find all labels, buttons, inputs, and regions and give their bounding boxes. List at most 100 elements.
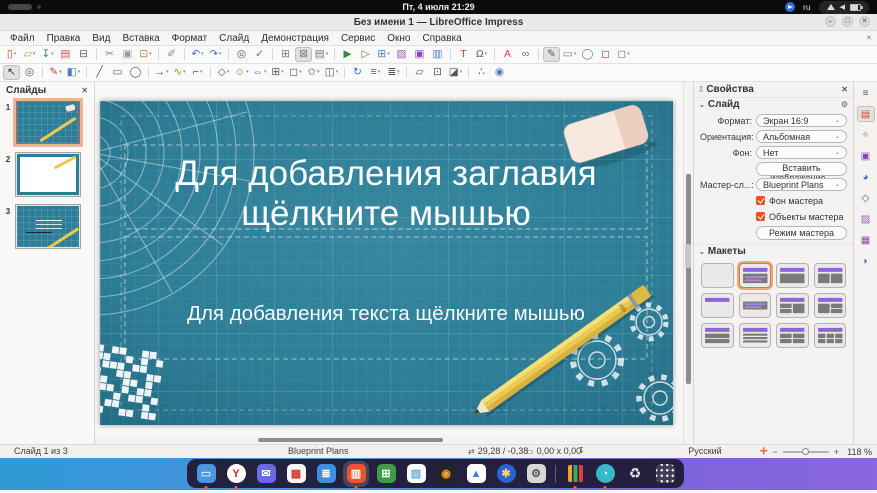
zoom-out-button[interactable]: − [772, 447, 777, 457]
print[interactable]: ⊟ [75, 47, 92, 62]
layout-title-two-content[interactable] [814, 263, 847, 288]
system-status-pill[interactable]: ◀ [819, 1, 869, 14]
special-character[interactable]: Ω [473, 47, 490, 62]
tab-master-slides[interactable]: ▦ [857, 232, 875, 248]
workspace-indicator-pill[interactable] [8, 4, 32, 10]
panel-drag-handle-icon[interactable]: ⁞⁞ [699, 85, 702, 94]
dock-markers-app[interactable] [564, 463, 586, 485]
horizontal-scrollbar-thumb[interactable] [258, 438, 443, 442]
minimize-button[interactable]: – [825, 16, 836, 27]
menu-format[interactable]: Формат [166, 33, 214, 44]
tab-properties[interactable]: ▤ [857, 106, 875, 122]
redo[interactable]: ↷ [207, 47, 224, 62]
paste[interactable]: ⊡ [137, 47, 154, 62]
dock-music-player[interactable]: ◉ [435, 463, 457, 485]
dock-image-viewer[interactable]: ▨ [405, 463, 427, 485]
clone-formatting[interactable]: ✐ [163, 47, 180, 62]
dock-help[interactable]: ✱ [495, 463, 517, 485]
glue-points[interactable]: ◉ [491, 65, 508, 80]
dock-files[interactable]: ▭ [195, 463, 217, 485]
menu-view[interactable]: Вид [86, 33, 116, 44]
insert-image-button[interactable]: Вставить изображение... [756, 162, 847, 176]
dock-settings[interactable]: ⚙ [525, 463, 547, 485]
background-select[interactable]: Нет ⌄ [756, 146, 847, 159]
dock-yandex-browser[interactable]: Y [225, 463, 247, 485]
slide[interactable]: HB Для добавления заглавия щёлкните мышь… [100, 101, 673, 425]
slide-title-line1[interactable]: Для добавления заглавия [175, 154, 596, 193]
layout-title-2content-content[interactable] [776, 293, 809, 318]
properties-close-icon[interactable]: ✕ [841, 85, 848, 94]
start-from-first-slide[interactable]: ▶ [339, 47, 356, 62]
zoom-in-button[interactable]: + [834, 447, 839, 457]
menu-file[interactable]: Файл [4, 33, 41, 44]
master-view-button[interactable]: Режим мастера [756, 226, 847, 240]
section-settings-icon[interactable]: ⚙ [841, 100, 848, 109]
tray-app-icon[interactable] [785, 2, 795, 12]
vertical-scrollbar-thumb[interactable] [686, 174, 691, 384]
crop-image[interactable]: ⊡ [429, 65, 446, 80]
tab-animation[interactable]: ▣ [857, 148, 875, 164]
zoom[interactable]: ◎ [21, 65, 38, 80]
ellipse-quick[interactable]: ◯ [579, 47, 596, 62]
dock-mail[interactable]: ✉ [255, 463, 277, 485]
stars-and-banners[interactable]: ✩ [305, 65, 322, 80]
open-file[interactable]: ▱ [21, 47, 38, 62]
layout-title-only[interactable] [701, 293, 734, 318]
display-views[interactable]: ▤ [313, 47, 330, 62]
close-document-icon[interactable]: ✕ [866, 34, 872, 42]
vertical-scrollbar[interactable] [683, 82, 693, 444]
show-draw-functions[interactable]: ✎ [543, 47, 560, 62]
rectangle[interactable]: ▭ [109, 65, 126, 80]
layout-title-content-2content[interactable] [814, 293, 847, 318]
basic-shapes-quick[interactable]: ▭ [561, 47, 578, 62]
dock-libreoffice-calc[interactable]: ⊞ [375, 463, 397, 485]
lines-and-arrows[interactable]: → [153, 65, 170, 80]
symbol-shapes[interactable]: ☺ [233, 65, 250, 80]
layout-title-4content[interactable] [776, 323, 809, 348]
layout-blank[interactable] [701, 263, 734, 288]
system-clock[interactable]: Пт, 4 июля 21:29 [402, 2, 474, 12]
zoom-slider[interactable] [783, 451, 829, 453]
3d-objects[interactable]: ◫ [323, 65, 340, 80]
layout-title-content[interactable] [739, 263, 772, 288]
start-from-current-slide[interactable]: ▷ [357, 47, 374, 62]
layout-title-6content[interactable] [814, 323, 847, 348]
menu-insert[interactable]: Вставка [116, 33, 165, 44]
menu-edit[interactable]: Правка [41, 33, 87, 44]
dock-calendar[interactable]: ▦ [285, 463, 307, 485]
spelling[interactable]: ✓ [251, 47, 268, 62]
block-arrows[interactable]: ⇔ [251, 65, 268, 80]
master-slide-select[interactable]: Blueprint Plans ⌄ [756, 178, 847, 191]
maximize-button[interactable]: □ [842, 16, 853, 27]
callouts[interactable]: ◻ [615, 47, 632, 62]
basic-shapes[interactable]: ◇ [215, 65, 232, 80]
align-objects[interactable]: ≡ [367, 65, 384, 80]
menu-help[interactable]: Справка [416, 33, 467, 44]
tab-shapes[interactable]: ◕ [857, 169, 875, 185]
menu-tools[interactable]: Сервис [335, 33, 381, 44]
insert-table[interactable]: ⊞ [375, 47, 392, 62]
slides-panel-close-icon[interactable]: ✕ [81, 86, 88, 95]
save[interactable]: ↧ [39, 47, 56, 62]
zoom-slider-handle[interactable] [802, 448, 809, 455]
master-slide-status[interactable]: Blueprint Plans [288, 446, 349, 456]
fontwork[interactable]: A [499, 47, 516, 62]
format-select[interactable]: Экран 16:9 ⌄ [756, 114, 847, 127]
image-filter[interactable]: ◪ [447, 65, 464, 80]
master-background-checkbox[interactable] [756, 196, 765, 205]
dock-drive[interactable]: ▲ [465, 463, 487, 485]
dock-show-applications[interactable] [654, 463, 676, 485]
copy[interactable]: ▣ [119, 47, 136, 62]
hyperlink[interactable]: ∞ [517, 47, 534, 62]
slide-body-text[interactable]: Для добавления текста щёлкните мышью [187, 302, 585, 325]
insert-textbox[interactable]: T [455, 47, 472, 62]
layout-title-content-block[interactable] [776, 263, 809, 288]
workspace-indicator-dot[interactable] [37, 5, 41, 9]
insert-chart[interactable]: ▥ [429, 47, 446, 62]
fit-slide-icon[interactable]: ✛ [760, 446, 768, 457]
callout-quick[interactable]: ◻ [597, 47, 614, 62]
shadow[interactable]: ▱ [411, 65, 428, 80]
horizontal-scrollbar[interactable] [95, 436, 683, 444]
snap-to-grid[interactable]: ⊠ [295, 47, 312, 62]
language-status[interactable]: Русский [655, 446, 755, 456]
